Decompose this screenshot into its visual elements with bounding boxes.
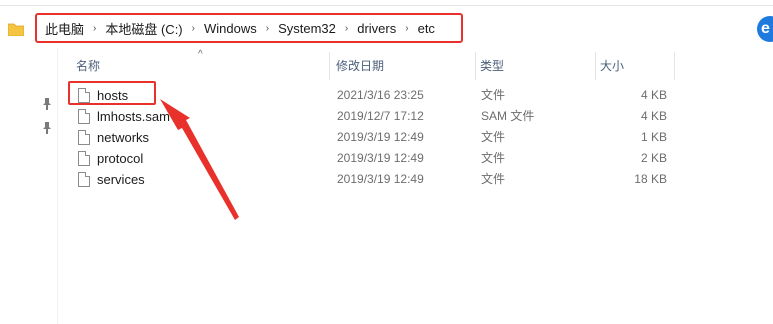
annotation-arrow (160, 99, 239, 220)
